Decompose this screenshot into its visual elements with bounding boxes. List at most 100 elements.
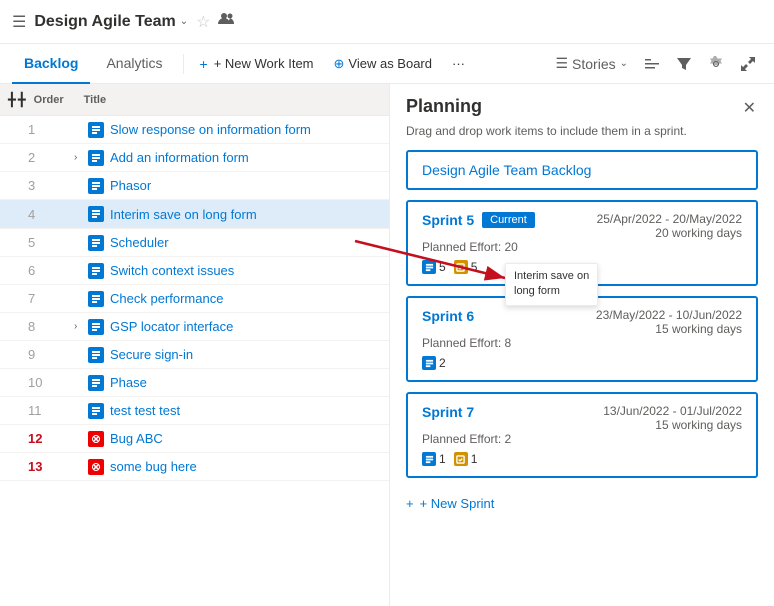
- table-row: + 9 Secure sign-in: [0, 341, 389, 369]
- row-number: 6: [24, 263, 74, 278]
- row-title[interactable]: Phasor: [110, 178, 381, 193]
- close-planning-button[interactable]: ✕: [741, 96, 758, 120]
- favorite-icon[interactable]: ☆: [196, 12, 210, 32]
- row-number: 3: [24, 178, 74, 193]
- row-title[interactable]: Add an information form: [110, 150, 381, 165]
- filter-icon: [676, 56, 692, 72]
- story-icon: [88, 206, 104, 222]
- table-row: + 3 Phasor: [0, 172, 389, 200]
- sprint-story-count: 2: [422, 356, 446, 370]
- bug-icon: [88, 459, 104, 475]
- table-row: + 5 Scheduler: [0, 229, 389, 257]
- sprint-dates-area: 23/May/2022 - 10/Jun/2022 15 working day…: [596, 308, 742, 336]
- row-title[interactable]: Interim save on long form: [110, 207, 357, 222]
- backlog-list: ╋ ╋ Order Title + 1 Slow response on inf…: [0, 84, 390, 606]
- more-options-button[interactable]: ···: [444, 52, 473, 75]
- team-members-icon[interactable]: [218, 11, 234, 32]
- story-icon: [422, 260, 436, 274]
- row-title[interactable]: some bug here: [110, 459, 381, 474]
- new-sprint-button[interactable]: + + New Sprint: [406, 488, 758, 519]
- story-icon: [88, 263, 104, 279]
- table-row: + 10 Phase: [0, 369, 389, 397]
- row-title[interactable]: Phase: [110, 375, 381, 390]
- row-number: 12: [24, 431, 74, 446]
- toolbar: Backlog Analytics + + New Work Item ⊕ Vi…: [0, 44, 774, 84]
- sprint-item-counts: 5 5: [422, 260, 742, 274]
- sprint-effort: Planned Effort: 20: [422, 240, 742, 254]
- sprint-dates-area: 13/Jun/2022 - 01/Jul/2022 15 working day…: [603, 404, 742, 432]
- sprint-item-counts: 2: [422, 356, 742, 370]
- view-as-board-button[interactable]: ⊕ View as Board: [326, 52, 441, 76]
- row-number: 7: [24, 291, 74, 306]
- row-title[interactable]: Scheduler: [110, 235, 381, 250]
- table-row: + 8 › GSP locator interface: [0, 313, 389, 341]
- table-row: + 1 Slow response on information form: [0, 116, 389, 144]
- new-work-item-button[interactable]: + + New Work Item: [192, 52, 322, 76]
- row-number: 8: [24, 319, 74, 334]
- board-icon: ⊕: [334, 56, 345, 72]
- settings-button[interactable]: [702, 52, 730, 76]
- row-number: 5: [24, 235, 74, 250]
- row-title[interactable]: Slow response on information form: [110, 122, 381, 137]
- row-title[interactable]: test test test: [110, 403, 381, 418]
- toolbar-separator: [183, 54, 184, 74]
- stories-chevron-icon: ⌄: [620, 58, 628, 69]
- stories-dropdown[interactable]: ☰ Stories ⌄: [549, 51, 634, 76]
- row-expand-icon[interactable]: ›: [74, 152, 86, 163]
- row-title[interactable]: Secure sign-in: [110, 347, 381, 362]
- planning-title: Planning: [406, 96, 482, 117]
- planning-panel: Planning ✕ Drag and drop work items to i…: [390, 84, 774, 606]
- add-remove-col: ╋ ╋: [8, 92, 26, 108]
- sprint-task-count: 5: [454, 260, 478, 274]
- remove-col-icon[interactable]: ╋: [18, 92, 26, 108]
- sprint-cards-container: Sprint 5 Current 25/Apr/2022 - 20/May/20…: [406, 200, 758, 478]
- expand-button[interactable]: [734, 52, 762, 76]
- row-title[interactable]: Bug ABC: [110, 431, 381, 446]
- title-chevron-icon[interactable]: ⌄: [180, 16, 188, 27]
- sprint-story-count: 5: [422, 260, 446, 274]
- row-number: 13: [24, 459, 74, 474]
- list-icon: ☰: [555, 55, 568, 72]
- sprint-name[interactable]: Sprint 6: [422, 308, 474, 324]
- sprint-name[interactable]: Sprint 7: [422, 404, 474, 420]
- story-icon: [88, 150, 104, 166]
- row-expand-icon[interactable]: ›: [74, 321, 86, 332]
- sprint-card-header: Sprint 5 Current 25/Apr/2022 - 20/May/20…: [422, 212, 742, 240]
- title-column-header: Title: [84, 94, 106, 106]
- story-icon: [88, 122, 104, 138]
- filter-button[interactable]: [670, 52, 698, 76]
- backlog-planning-card[interactable]: Design Agile Team Backlog: [406, 150, 758, 190]
- row-number: 4: [24, 207, 74, 222]
- tab-backlog[interactable]: Backlog: [12, 44, 90, 84]
- story-icon: [422, 452, 436, 466]
- story-icon: [88, 291, 104, 307]
- row-title[interactable]: Switch context issues: [110, 263, 381, 278]
- sprint-working-days: 20 working days: [597, 226, 742, 240]
- order-column-header: Order: [34, 94, 84, 106]
- sprint-effort: Planned Effort: 8: [422, 336, 742, 350]
- story-icon: [422, 356, 436, 370]
- sprint-dates: 13/Jun/2022 - 01/Jul/2022: [603, 404, 742, 418]
- row-number: 2: [24, 150, 74, 165]
- sprint-card-sprint5[interactable]: Sprint 5 Current 25/Apr/2022 - 20/May/20…: [406, 200, 758, 286]
- sprint-working-days: 15 working days: [603, 418, 742, 432]
- add-col-icon[interactable]: ╋: [8, 92, 16, 108]
- backlog-column-headers: ╋ ╋ Order Title: [0, 84, 389, 116]
- sprint-card-sprint6[interactable]: Sprint 6 23/May/2022 - 10/Jun/2022 15 wo…: [406, 296, 758, 382]
- row-title[interactable]: Check performance: [110, 291, 381, 306]
- group-by-button[interactable]: [638, 52, 666, 76]
- task-icon: [454, 452, 468, 466]
- sprint-dates: 23/May/2022 - 10/Jun/2022: [596, 308, 742, 322]
- table-row: + 7 Check performance: [0, 285, 389, 313]
- gear-icon: [708, 56, 724, 72]
- sprint-name[interactable]: Sprint 5: [422, 212, 474, 228]
- new-sprint-label: + New Sprint: [420, 496, 495, 511]
- sprint-story-count: 1: [422, 452, 446, 466]
- sprint-card-sprint7[interactable]: Sprint 7 13/Jun/2022 - 01/Jul/2022 15 wo…: [406, 392, 758, 478]
- row-title[interactable]: GSP locator interface: [110, 319, 381, 334]
- tab-analytics[interactable]: Analytics: [94, 44, 174, 84]
- row-number: 9: [24, 347, 74, 362]
- sprint-name-area: Sprint 7: [422, 404, 474, 420]
- backlog-rows-container: + 1 Slow response on information form + …: [0, 116, 389, 481]
- story-icon: [88, 375, 104, 391]
